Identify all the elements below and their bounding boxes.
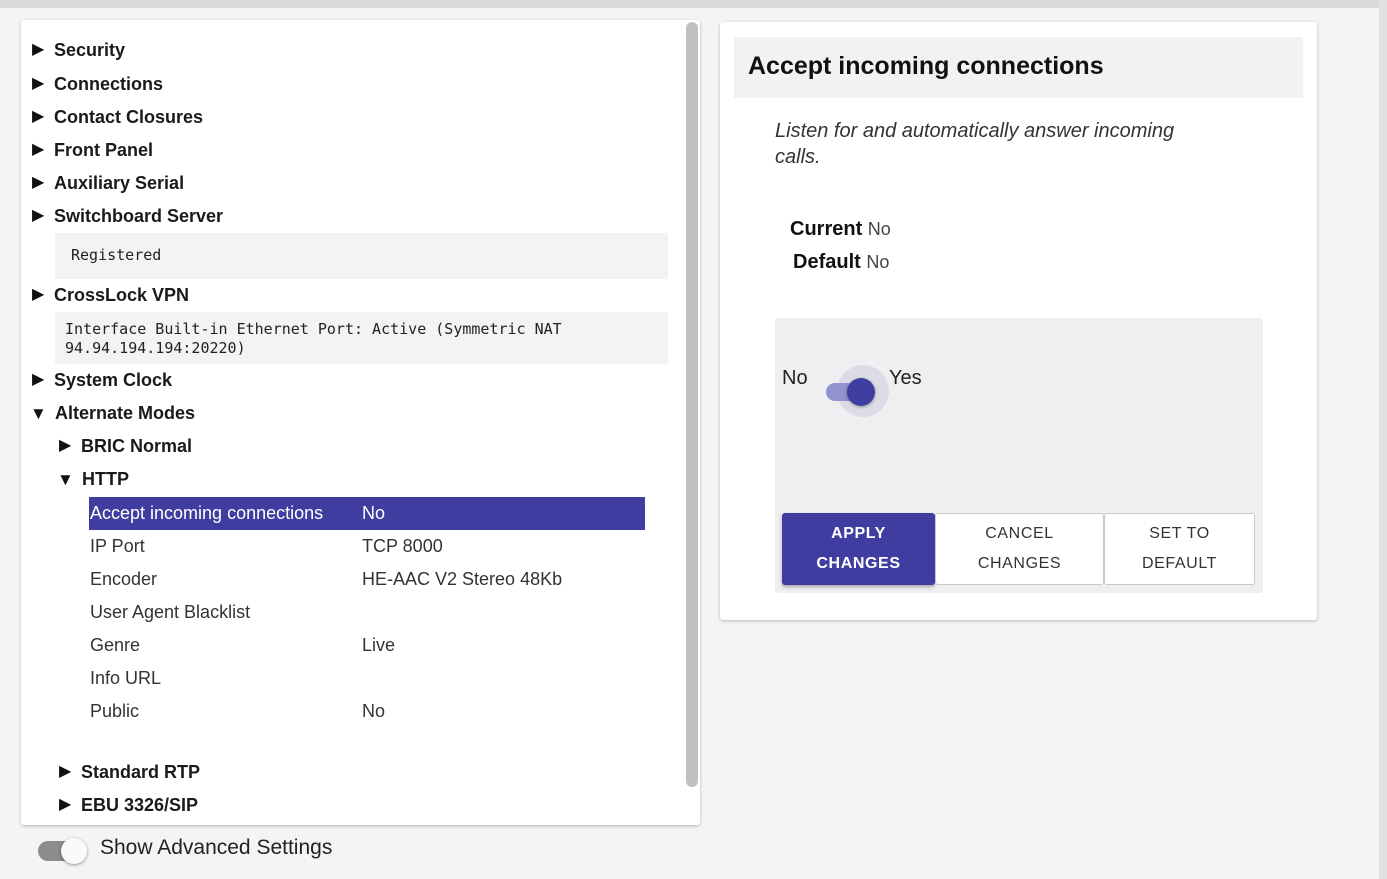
tree-item-crosslock-vpn[interactable]: ▶ CrossLock VPN — [32, 280, 189, 310]
window-top-edge — [0, 0, 1387, 8]
caret-right-icon: ▶ — [32, 286, 45, 303]
setting-name: Accept incoming connections — [90, 503, 324, 523]
current-label: Current — [790, 218, 863, 240]
tree-item-label: Security — [54, 39, 126, 60]
caret-right-icon: ▶ — [59, 763, 72, 780]
tree-item-label: Switchboard Server — [54, 205, 224, 226]
setting-value: No — [362, 503, 386, 523]
settings-tree-panel: ▶ Security ▶ Connections ▶ Contact Closu… — [21, 20, 700, 825]
setting-value: No — [362, 701, 386, 721]
setting-value: Live — [362, 635, 396, 655]
tree-item-front-panel[interactable]: ▶ Front Panel — [32, 135, 153, 165]
tree-item-alternate-modes[interactable]: ▼ Alternate Modes — [30, 398, 195, 428]
tree-item-label: System Clock — [54, 369, 173, 390]
tree-item-contact-closures[interactable]: ▶ Contact Closures — [32, 102, 203, 132]
caret-right-icon: ▶ — [32, 108, 45, 125]
setting-row-user-agent-blacklist[interactable]: User Agent Blacklist — [89, 596, 645, 629]
setting-name: Info URL — [90, 668, 162, 688]
setting-row-info-url[interactable]: Info URL — [89, 662, 645, 695]
set-to-default-label: SET TO DEFAULT — [1141, 525, 1218, 572]
cancel-changes-button[interactable]: CANCEL CHANGES — [935, 513, 1104, 585]
setting-row-ip-port[interactable]: IP Port TCP 8000 — [89, 530, 645, 563]
tree-item-system-clock[interactable]: ▶ System Clock — [32, 365, 172, 395]
detail-description: Listen for and automatically answer inco… — [775, 120, 1175, 168]
setting-name: Genre — [90, 635, 141, 655]
caret-right-icon: ▶ — [32, 75, 45, 92]
tree-item-label: CrossLock VPN — [54, 284, 190, 305]
switchboard-status: Registered — [55, 233, 668, 279]
setting-row-accept-incoming[interactable]: Accept incoming connections No — [89, 497, 645, 530]
tree-item-ebu-3326-sip[interactable]: ▶ EBU 3326/SIP — [59, 790, 198, 820]
tree-item-label: Contact Closures — [54, 106, 204, 127]
tree-item-connections[interactable]: ▶ Connections — [32, 69, 163, 99]
tree-item-label: HTTP — [82, 468, 129, 489]
setting-row-encoder[interactable]: Encoder HE-AAC V2 Stereo 48Kb — [89, 563, 645, 596]
default-value: No — [866, 252, 890, 272]
tree-item-http[interactable]: ▼ HTTP — [57, 464, 129, 494]
tree-item-standard-rtp[interactable]: ▶ Standard RTP — [59, 757, 200, 787]
tree-item-label: Alternate Modes — [55, 402, 196, 423]
default-label: Default — [793, 251, 861, 273]
crosslock-status: Interface Built-in Ethernet Port: Active… — [55, 312, 668, 364]
tree-item-label: EBU 3326/SIP — [81, 794, 199, 815]
setting-name: Public — [90, 701, 140, 721]
caret-right-icon: ▶ — [32, 141, 45, 158]
tree-item-label: Connections — [54, 73, 164, 94]
setting-value: TCP 8000 — [362, 536, 443, 556]
caret-right-icon: ▶ — [32, 41, 45, 58]
tree-item-security[interactable]: ▶ Security — [32, 35, 125, 65]
tree-item-auxiliary-serial[interactable]: ▶ Auxiliary Serial — [32, 168, 184, 198]
tree-item-label: BRIC Normal — [81, 435, 193, 456]
caret-right-icon: ▶ — [32, 174, 45, 191]
advanced-settings-toggle-knob[interactable] — [61, 838, 87, 864]
setting-name: Encoder — [90, 569, 158, 589]
cancel-changes-label: CANCEL CHANGES — [977, 525, 1062, 572]
tree-item-label: Front Panel — [54, 139, 154, 160]
tree-item-switchboard-server[interactable]: ▶ Switchboard Server — [32, 201, 223, 231]
edit-control-area: No Yes APPLY CHANGES CANCEL CHANGES SET … — [775, 318, 1263, 593]
switch-off-label: No — [782, 367, 808, 389]
default-value-row: Default No — [793, 251, 889, 274]
caret-right-icon: ▶ — [59, 796, 72, 813]
apply-changes-label: APPLY CHANGES — [816, 525, 901, 572]
setting-name: User Agent Blacklist — [90, 602, 251, 622]
apply-changes-button[interactable]: APPLY CHANGES — [782, 513, 935, 585]
setting-detail-card: Accept incoming connections Listen for a… — [720, 22, 1317, 620]
caret-down-icon: ▼ — [30, 403, 47, 423]
tree-item-bric-normal[interactable]: ▶ BRIC Normal — [59, 431, 192, 461]
setting-value: HE-AAC V2 Stereo 48Kb — [362, 569, 563, 589]
advanced-settings-label[interactable]: Show Advanced Settings — [100, 836, 332, 860]
accept-connections-switch-knob[interactable] — [847, 378, 875, 406]
setting-row-genre[interactable]: Genre Live — [89, 629, 645, 662]
caret-down-icon: ▼ — [57, 469, 74, 489]
current-value-row: Current No — [790, 218, 891, 241]
setting-name: IP Port — [90, 536, 145, 556]
detail-header: Accept incoming connections — [734, 37, 1303, 98]
window-right-edge — [1379, 0, 1387, 879]
caret-right-icon: ▶ — [59, 437, 72, 454]
set-to-default-button[interactable]: SET TO DEFAULT — [1104, 513, 1255, 585]
caret-right-icon: ▶ — [32, 207, 45, 224]
tree-item-label: Standard RTP — [81, 761, 201, 782]
caret-right-icon: ▶ — [32, 371, 45, 388]
current-value: No — [867, 219, 891, 239]
tree-scrollbar[interactable] — [686, 22, 698, 787]
tree-item-label: Auxiliary Serial — [54, 172, 185, 193]
detail-title: Accept incoming connections — [748, 52, 1104, 80]
setting-row-public[interactable]: Public No — [89, 695, 645, 728]
switch-on-label: Yes — [889, 367, 922, 389]
